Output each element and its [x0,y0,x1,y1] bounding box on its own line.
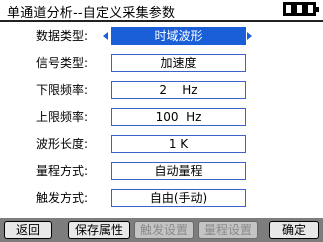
trigger-mode-field[interactable]: 自由(手动) [111,189,246,207]
wave-length-field[interactable]: 1 K [111,135,246,153]
param-label: 信号类型: [36,56,89,70]
low-freq-field[interactable]: 2 Hz [111,81,246,99]
param-row-low-freq: 下限频率: 2 Hz [0,81,323,99]
param-label: 上限频率: [36,110,89,124]
param-row-trigger-mode: 触发方式: 自由(手动) [0,189,323,207]
param-row-signal-type: 信号类型: 加速度 [0,54,323,72]
ok-button[interactable]: 确定 [269,221,319,239]
battery-icon [283,2,319,16]
param-label: 触发方式: [36,191,89,205]
param-label: 数据类型: [36,29,89,43]
param-row-range-mode: 量程方式: 自动量程 [0,162,323,180]
param-row-high-freq: 上限频率: 100 Hz [0,108,323,126]
back-button[interactable]: 返回 [4,221,52,239]
bottom-toolbar: 返回 保存属性 触发设置 量程设置 确定 [0,218,323,242]
params-panel: 数据类型: 时域波形 信号类型: 加速度 下限频率: 2 Hz 上限频率: 10… [0,22,323,218]
data-type-select[interactable]: 时域波形 [111,27,246,45]
param-row-data-type: 数据类型: 时域波形 [0,27,323,45]
trigger-settings-button[interactable]: 触发设置 [134,221,194,239]
screen: 单通道分析--自定义采集参数 数据类型: 时域波形 信号类型: 加速度 下限频率… [0,0,323,242]
signal-type-field[interactable]: 加速度 [111,54,246,72]
range-settings-button[interactable]: 量程设置 [198,221,258,239]
range-mode-field[interactable]: 自动量程 [111,162,246,180]
arrow-right-icon[interactable] [247,32,252,40]
param-label: 量程方式: [36,164,89,178]
title-bar: 单通道分析--自定义采集参数 [0,0,323,22]
param-row-wave-length: 波形长度: 1 K [0,135,323,153]
save-properties-button[interactable]: 保存属性 [68,221,130,239]
page-title: 单通道分析--自定义采集参数 [7,6,176,21]
param-label: 下限频率: [36,83,89,97]
high-freq-field[interactable]: 100 Hz [111,108,246,126]
param-label: 波形长度: [36,137,89,151]
arrow-left-icon[interactable] [103,32,108,40]
